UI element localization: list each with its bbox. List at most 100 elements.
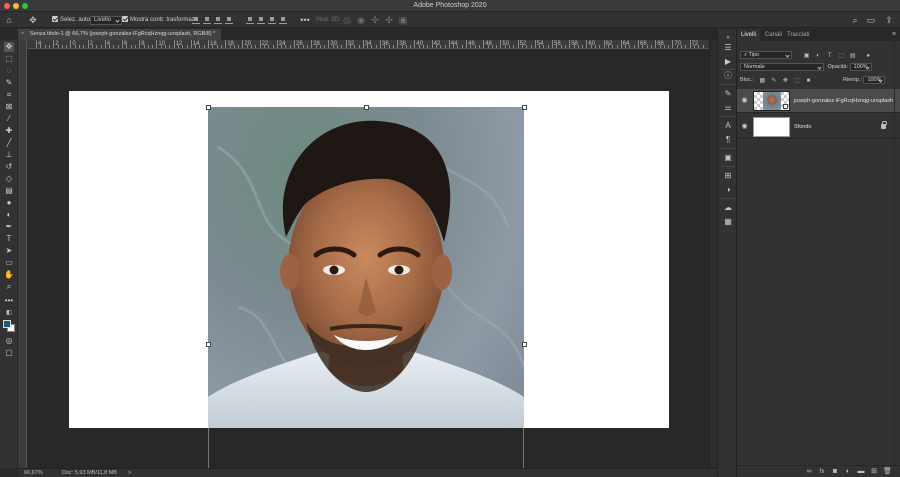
swatches-panel-icon[interactable]: ⊞ (723, 171, 733, 181)
trash-icon[interactable]: 🗑 (883, 468, 892, 476)
lock-transparent-icon[interactable]: ▦ (759, 78, 765, 84)
color-panel-icon[interactable]: ◑ (723, 185, 733, 195)
pen-tool-icon[interactable]: ✒ (4, 222, 14, 232)
distribute-middle-icon[interactable] (257, 16, 265, 24)
layer-row-background[interactable]: ◉ Sfondo (737, 115, 900, 139)
tab-paths[interactable]: Tracciati (783, 29, 813, 41)
adjustments-panel-icon[interactable]: ⚌ (723, 103, 733, 113)
more-options-icon[interactable]: ••• (300, 15, 310, 25)
distribute-top-icon[interactable] (246, 16, 254, 24)
move-tool-preset-icon[interactable]: ✥ (28, 15, 38, 25)
distribute-bottom-icon[interactable] (268, 16, 276, 24)
layer-name[interactable]: Sfondo (794, 115, 811, 139)
align-left-icon[interactable] (192, 16, 200, 24)
status-menu-arrow[interactable]: > (128, 469, 131, 477)
transform-handle-top-left[interactable] (206, 105, 211, 110)
panel-menu-icon[interactable]: ≡ (892, 31, 896, 38)
frame-tool-icon[interactable]: ⊠ (4, 102, 14, 112)
opacity-field[interactable]: 100% (849, 63, 872, 71)
close-tab-icon[interactable]: × (21, 29, 24, 40)
lock-position-icon[interactable]: ✥ (782, 78, 788, 84)
hand-tool-icon[interactable]: ✋ (4, 270, 14, 280)
auto-select-checkbox[interactable]: Selez. auto: (52, 15, 92, 25)
align-center-icon[interactable] (203, 16, 211, 24)
move-tool-icon[interactable]: ✥ (4, 42, 14, 52)
blend-mode-dropdown[interactable]: Normale (740, 63, 824, 71)
lock-artboard-icon[interactable]: ⬚ (794, 78, 800, 84)
character-panel-icon[interactable]: A (723, 121, 733, 131)
canvas-vertical-scrollbar[interactable] (709, 40, 717, 468)
home-icon[interactable]: ⌂ (4, 15, 14, 25)
show-transform-checkbox[interactable]: Mostra contr. trasformaz. (122, 15, 196, 25)
patterns-panel-icon[interactable]: ▦ (723, 217, 733, 227)
gradient-tool-icon[interactable]: ▤ (4, 186, 14, 196)
transform-handle-top[interactable] (364, 105, 369, 110)
healing-brush-tool-icon[interactable]: ✚ (4, 126, 14, 136)
filter-adjustment-icon[interactable]: ◐ (815, 53, 821, 59)
workspace-icon[interactable]: ▭ (866, 15, 876, 25)
screen-mode-icon[interactable]: ▢ (4, 348, 14, 358)
quick-mask-icon[interactable]: ◎ (4, 336, 14, 346)
filter-toggle-icon[interactable]: ● (865, 53, 871, 59)
tab-layers[interactable]: Livelli (737, 29, 761, 41)
filter-type-icon[interactable]: T (827, 53, 833, 59)
align-top-icon[interactable] (225, 16, 233, 24)
glyphs-panel-icon[interactable]: ▣ (723, 153, 733, 163)
visibility-eye-icon[interactable]: ◉ (741, 123, 748, 130)
filter-pixel-icon[interactable]: ▣ (804, 53, 810, 59)
type-tool-icon[interactable]: T (4, 234, 14, 244)
history-panel-icon[interactable]: ☰ (723, 43, 733, 53)
crop-tool-icon[interactable]: ⌗ (4, 90, 14, 100)
auto-select-dropdown[interactable]: Livello (90, 15, 123, 25)
new-group-icon[interactable]: ▬ (857, 468, 865, 476)
vertical-ruler[interactable] (18, 40, 27, 468)
rectangle-tool-icon[interactable]: ▭ (4, 258, 14, 268)
clone-stamp-tool-icon[interactable]: ⊥ (4, 150, 14, 160)
history-brush-tool-icon[interactable]: ↺ (4, 162, 14, 172)
visibility-eye-icon[interactable]: ◉ (741, 97, 748, 104)
collapse-panels-icon[interactable]: « (723, 33, 733, 43)
distribute-left-icon[interactable] (279, 16, 287, 24)
path-selection-tool-icon[interactable]: ➤ (4, 246, 14, 256)
edit-toolbar-icon[interactable]: ••• (4, 296, 14, 306)
zoom-level[interactable]: 66,67% (24, 469, 43, 477)
quick-select-tool-icon[interactable]: ✎ (4, 78, 14, 88)
lock-all-icon[interactable]: ■ (805, 78, 811, 84)
canvas-area[interactable] (28, 49, 709, 468)
transform-handle-left[interactable] (206, 342, 211, 347)
transform-handle-top-right[interactable] (522, 105, 527, 110)
blur-tool-icon[interactable]: ● (4, 198, 14, 208)
portrait-photo-layer[interactable] (208, 107, 524, 428)
align-right-icon[interactable] (214, 16, 222, 24)
new-adjustment-layer-icon[interactable]: ◐ (844, 468, 852, 476)
new-layer-icon[interactable]: ⊞ (870, 468, 878, 476)
layer-row-photo[interactable]: ◉ joseph-gonzalez-iFgRcqHznqg-unsplash (737, 89, 900, 113)
search-icon[interactable]: ⌕ (850, 15, 860, 25)
lasso-tool-icon[interactable]: ◌ (4, 66, 14, 76)
layer-name[interactable]: joseph-gonzalez-iFgRcqHznqg-unsplash (794, 89, 893, 113)
lock-pixels-icon[interactable]: ✎ (771, 78, 777, 84)
marquee-tool-icon[interactable]: ⬚ (4, 54, 14, 64)
transform-handle-right[interactable] (522, 342, 527, 347)
brush-tool-icon[interactable]: ╱ (4, 138, 14, 148)
brushes-panel-icon[interactable]: ✎ (723, 89, 733, 99)
info-panel-icon[interactable]: ⓘ (723, 71, 733, 81)
zoom-tool-icon[interactable]: ⌕ (4, 282, 14, 292)
add-mask-icon[interactable]: ◙ (831, 468, 839, 476)
actions-panel-icon[interactable]: ▶ (723, 57, 733, 67)
layers-scrollbar[interactable] (894, 41, 900, 465)
filter-shape-icon[interactable]: ⬚ (838, 53, 844, 59)
fill-field[interactable]: 100% (863, 76, 886, 84)
horizontal-ruler[interactable]: 4 2 0 2 4 6 8 10 12 14 16 18 20 22 24 26 28 30 32 34 36 38 40 4… (28, 40, 709, 49)
filter-smart-object-icon[interactable]: ▤ (850, 53, 856, 59)
default-colors-icon[interactable]: ◧ (4, 308, 14, 318)
share-icon[interactable]: ⇪ (884, 15, 894, 25)
eyedropper-tool-icon[interactable]: ⁄ (4, 114, 14, 124)
foreground-color-swatch[interactable] (3, 320, 11, 328)
layer-style-icon[interactable]: fx (818, 468, 826, 476)
eraser-tool-icon[interactable]: ◇ (4, 174, 14, 184)
paragraph-panel-icon[interactable]: ¶ (723, 135, 733, 145)
dodge-tool-icon[interactable]: ◐ (4, 210, 14, 220)
layer-filter-kind-dropdown[interactable]: ⌕ Tipo (740, 51, 792, 59)
libraries-panel-icon[interactable]: ☁ (723, 203, 733, 213)
